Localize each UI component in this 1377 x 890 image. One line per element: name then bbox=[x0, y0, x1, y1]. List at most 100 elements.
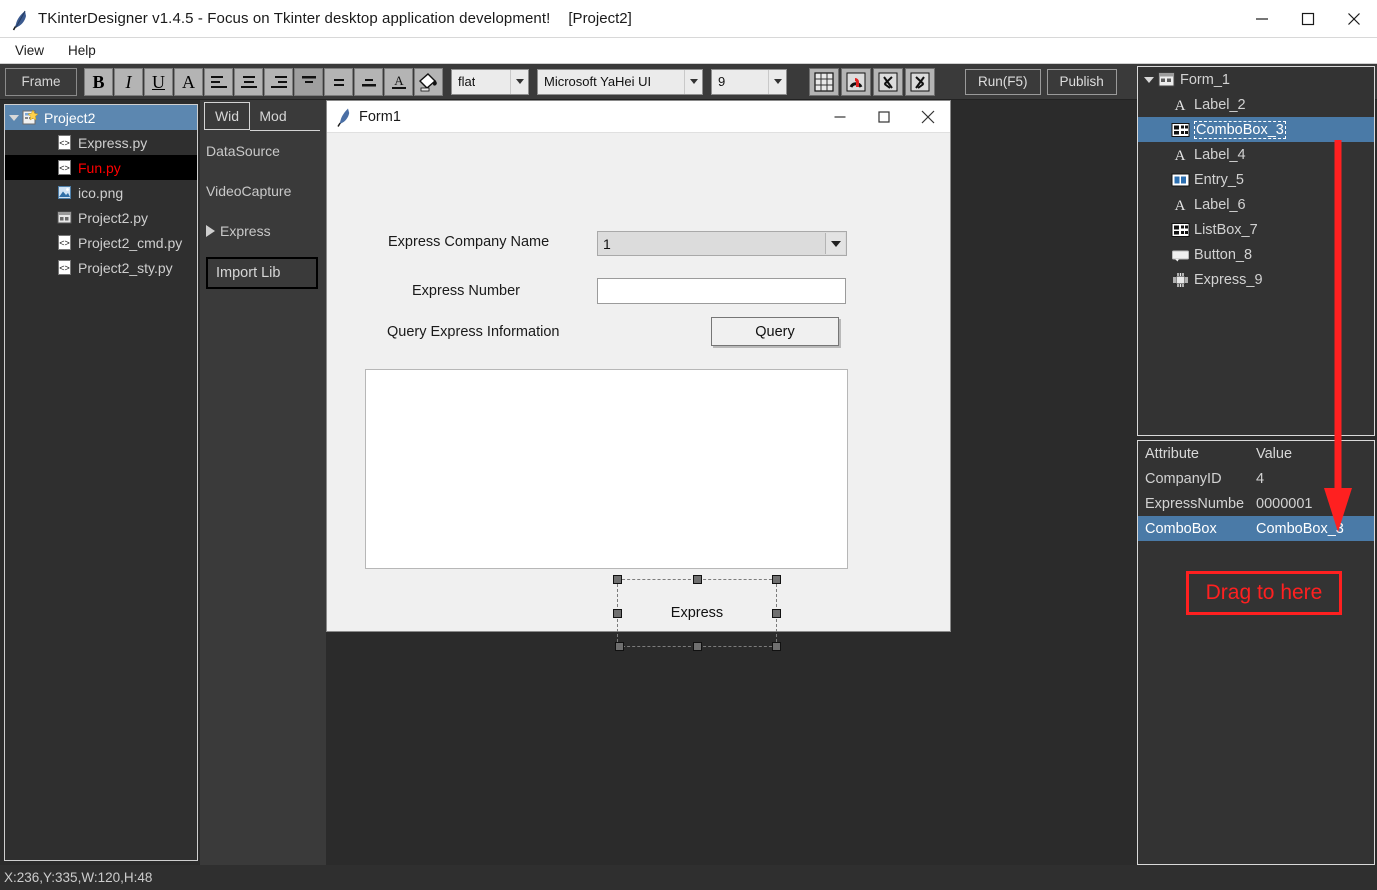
label-query-express-info[interactable]: Query Express Information bbox=[387, 324, 559, 340]
combobox-value: 1 bbox=[603, 235, 611, 252]
form-maximize-button[interactable] bbox=[862, 101, 906, 133]
attribute-value[interactable]: ComboBox_3 bbox=[1256, 521, 1374, 537]
align-top-icon[interactable] bbox=[294, 67, 323, 96]
form-minimize-button[interactable] bbox=[818, 101, 862, 133]
expand-triangle-icon[interactable] bbox=[206, 225, 215, 237]
grid-icon[interactable] bbox=[809, 67, 839, 96]
chevron-down-icon[interactable] bbox=[825, 233, 845, 254]
resize-handle-nw[interactable] bbox=[613, 575, 622, 584]
run-button[interactable]: Run(F5) bbox=[965, 68, 1041, 95]
relief-select[interactable]: flat bbox=[451, 68, 529, 95]
attribute-value[interactable]: 0000001 bbox=[1256, 496, 1374, 512]
project-file-ico-png[interactable]: ico.png bbox=[5, 180, 197, 205]
form-file-icon bbox=[55, 210, 73, 226]
font-size-select[interactable]: 9 bbox=[711, 68, 787, 95]
chevron-down-icon[interactable] bbox=[684, 69, 702, 94]
expand-caret-icon[interactable] bbox=[1142, 76, 1156, 83]
form-close-button[interactable] bbox=[906, 101, 950, 133]
text-color-button[interactable]: A bbox=[384, 67, 413, 96]
attribute-panel[interactable]: Attribute Value CompanyID 4 ExpressNumbe… bbox=[1137, 440, 1375, 865]
svg-text:A: A bbox=[1175, 198, 1186, 213]
label-express-number[interactable]: Express Number bbox=[412, 283, 520, 299]
project-file-fun-py[interactable]: <> Fun.py bbox=[5, 155, 197, 180]
express-icon bbox=[1170, 271, 1190, 288]
widget-tree-item-label-4[interactable]: A Label_4 bbox=[1138, 142, 1374, 167]
project-file-project2-sty-py[interactable]: <> Project2_sty.py bbox=[5, 255, 197, 280]
widget-tree-item-listbox-7[interactable]: ListBox_7 bbox=[1138, 217, 1374, 242]
attribute-row-combobox[interactable]: ComboBox ComboBox_3 bbox=[1138, 516, 1374, 541]
widget-tree-root[interactable]: Form_1 bbox=[1138, 67, 1374, 92]
resize-handle-e[interactable] bbox=[772, 608, 781, 618]
module-item-label: VideoCapture bbox=[206, 183, 292, 199]
form-design-window[interactable]: Form1 Express Company Name Express Numbe… bbox=[326, 100, 951, 651]
attribute-row-expressnumber[interactable]: ExpressNumbe 0000001 bbox=[1138, 491, 1374, 516]
tab-mod[interactable]: Mod bbox=[250, 102, 296, 130]
menu-item-view[interactable]: View bbox=[6, 41, 53, 60]
form-entry-express-number[interactable] bbox=[597, 278, 846, 304]
project-file-project2-cmd-py[interactable]: <> Project2_cmd.py bbox=[5, 230, 197, 255]
project-file-project2-py[interactable]: Project2.py bbox=[5, 205, 197, 230]
undo-icon[interactable] bbox=[873, 67, 903, 96]
magnet-icon[interactable] bbox=[841, 67, 871, 96]
project-tree-root[interactable]: Project2 bbox=[5, 105, 197, 130]
module-item-datasource[interactable]: DataSource bbox=[200, 131, 326, 171]
label-express-company-name[interactable]: Express Company Name bbox=[388, 234, 549, 250]
svg-text:<>: <> bbox=[59, 138, 70, 148]
widget-tree-item-label-2[interactable]: A Label_2 bbox=[1138, 92, 1374, 117]
widget-tree-item-label-6[interactable]: A Label_6 bbox=[1138, 192, 1374, 217]
resize-handle-ne[interactable] bbox=[772, 575, 781, 584]
project-file-label: Fun.py bbox=[78, 159, 121, 176]
widget-tree-panel[interactable]: Form_1 A Label_2 ComboBox_3 A Label_4 En… bbox=[1137, 66, 1375, 436]
widget-tree-item-button-8[interactable]: Button_8 bbox=[1138, 242, 1374, 267]
menu-item-help[interactable]: Help bbox=[59, 41, 105, 60]
resize-handle-sw[interactable] bbox=[615, 642, 624, 651]
widget-tree-item-combobox-3[interactable]: ComboBox_3 bbox=[1138, 117, 1374, 142]
chevron-down-icon[interactable] bbox=[510, 69, 528, 94]
widget-tree-item-express-9[interactable]: Express_9 bbox=[1138, 267, 1374, 292]
tab-wid[interactable]: Wid bbox=[204, 102, 250, 130]
project-tree-panel[interactable]: Project2 <> Express.py <> Fun.py ico.png… bbox=[4, 104, 198, 861]
underline-button[interactable]: U bbox=[144, 67, 173, 96]
module-item-videocapture[interactable]: VideoCapture bbox=[200, 171, 326, 211]
design-canvas[interactable]: Form1 Express Company Name Express Numbe… bbox=[326, 100, 1136, 865]
italic-button[interactable]: I bbox=[114, 67, 143, 96]
attribute-row-companyid[interactable]: CompanyID 4 bbox=[1138, 466, 1374, 491]
resize-handle-n[interactable] bbox=[692, 575, 702, 584]
chevron-down-icon[interactable] bbox=[768, 69, 786, 94]
attribute-name: ExpressNumbe bbox=[1145, 495, 1245, 512]
paint-bucket-icon[interactable] bbox=[414, 67, 443, 96]
import-lib-button[interactable]: Import Lib bbox=[206, 257, 318, 289]
expand-caret-icon[interactable] bbox=[7, 114, 21, 121]
form-body[interactable]: Express Company Name Express Number Quer… bbox=[327, 133, 950, 651]
resize-handle-w[interactable] bbox=[613, 608, 622, 618]
form-query-button[interactable]: Query bbox=[711, 317, 839, 346]
project-file-express-py[interactable]: <> Express.py bbox=[5, 130, 197, 155]
close-button[interactable] bbox=[1331, 0, 1377, 38]
widget-panel-tabs: Wid Mod bbox=[200, 100, 326, 130]
bold-label: B bbox=[92, 71, 105, 92]
font-button[interactable]: A bbox=[174, 67, 203, 96]
minimize-button[interactable] bbox=[1239, 0, 1285, 38]
align-middle-icon[interactable] bbox=[324, 67, 353, 96]
maximize-button[interactable] bbox=[1285, 0, 1331, 38]
publish-button[interactable]: Publish bbox=[1046, 68, 1117, 95]
attribute-value[interactable]: 4 bbox=[1256, 471, 1374, 487]
align-right-icon[interactable] bbox=[264, 67, 293, 96]
redo-icon[interactable] bbox=[905, 67, 935, 96]
align-center-icon[interactable] bbox=[234, 67, 263, 96]
resize-handle-se[interactable] bbox=[772, 642, 781, 651]
form-express-widget-selected[interactable]: Express bbox=[613, 575, 781, 651]
drag-to-here-annotation: Drag to here bbox=[1186, 571, 1342, 615]
form-listbox-results[interactable] bbox=[365, 369, 848, 569]
align-bottom-icon[interactable] bbox=[354, 67, 383, 96]
widget-tree-item-entry-5[interactable]: Entry_5 bbox=[1138, 167, 1374, 192]
frame-selector[interactable]: Frame bbox=[5, 67, 77, 96]
module-item-express[interactable]: Express bbox=[200, 211, 326, 251]
font-family-select[interactable]: Microsoft YaHei UI bbox=[537, 68, 703, 95]
project-file-label: Project2_cmd.py bbox=[78, 234, 183, 251]
align-left-icon[interactable] bbox=[204, 67, 233, 96]
resize-handle-s[interactable] bbox=[692, 642, 702, 651]
bold-button[interactable]: B bbox=[84, 67, 113, 96]
form-icon bbox=[1156, 71, 1176, 88]
form-combobox-company[interactable]: 1 bbox=[597, 231, 847, 256]
